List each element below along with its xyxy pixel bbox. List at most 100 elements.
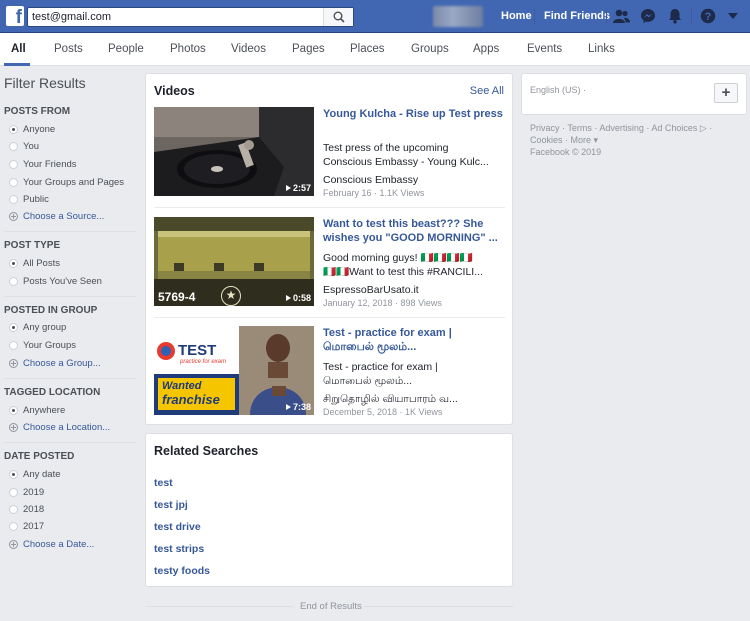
radio[interactable] — [9, 522, 18, 531]
messenger-icon[interactable] — [640, 8, 656, 24]
thumbnail-franchise-text: franchise — [162, 392, 220, 407]
search-tabs: All Posts People Photos Videos Pages Pla… — [0, 33, 750, 66]
active-tab-indicator — [4, 63, 30, 66]
friends-icon[interactable] — [613, 9, 630, 24]
radio[interactable] — [9, 195, 18, 204]
thumbnail-wanted-text: Wanted — [162, 380, 202, 392]
choose-date-link[interactable]: Choose a Date... — [9, 539, 94, 550]
help-icon[interactable]: ? — [700, 8, 716, 24]
related-search-link[interactable]: test strips — [154, 543, 204, 555]
video-description: 🇮🇹🇮🇹Want to test this #RANCILI... — [323, 266, 483, 278]
divider — [4, 378, 136, 379]
filter-option-any-date[interactable]: Any date — [9, 469, 61, 480]
radio[interactable] — [9, 488, 18, 497]
filter-option-you[interactable]: You — [9, 141, 39, 152]
nav-divider — [606, 9, 607, 24]
footer-links[interactable]: Privacy · Terms · Advertising · Ad Choic… — [530, 123, 712, 134]
facebook-logo-icon[interactable]: f — [6, 6, 24, 28]
radio[interactable] — [9, 277, 18, 286]
filter-option-your-friends[interactable]: Your Friends — [9, 159, 77, 170]
tab-people[interactable]: People — [108, 43, 144, 55]
thumbnail-plate-text: 5769-4 — [158, 290, 196, 304]
filter-option-public[interactable]: Public — [9, 194, 49, 205]
related-search-link[interactable]: testy foods — [154, 565, 210, 577]
filter-option-anyone[interactable]: Anyone — [9, 124, 55, 135]
end-of-results-text: End of Results — [300, 601, 362, 612]
language-card: English (US) · + — [521, 73, 747, 115]
filter-option-all-posts[interactable]: All Posts — [9, 258, 60, 269]
nav-divider — [691, 9, 692, 24]
video-result[interactable]: TEST practice for exam Wanted franchise … — [154, 326, 505, 418]
tab-videos[interactable]: Videos — [231, 43, 266, 55]
filter-option-any-group[interactable]: Any group — [9, 322, 66, 333]
video-channel-name[interactable]: Conscious Embassy — [323, 174, 418, 186]
radio-selected[interactable] — [9, 470, 18, 479]
video-thumbnail[interactable]: 5769-4 ★ 0:58 — [154, 217, 314, 306]
see-all-link[interactable]: See All — [470, 85, 504, 97]
tab-events[interactable]: Events — [527, 43, 562, 55]
choose-group-link[interactable]: Choose a Group... — [9, 358, 101, 369]
video-description: Test - practice for exam | — [323, 361, 438, 373]
videos-card: Videos See All 2:57 Young Kulcha - Rise … — [145, 73, 513, 425]
filter-option-your-groups[interactable]: Your Groups — [9, 340, 76, 351]
video-channel-name[interactable]: சிறுதொழில் வியாபாரம் வ... — [323, 393, 458, 406]
search-input[interactable] — [32, 9, 317, 25]
language-label[interactable]: English (US) · — [530, 85, 586, 95]
video-thumbnail[interactable]: TEST practice for exam Wanted franchise … — [154, 326, 314, 415]
video-meta: February 16 · 1.1K Views — [323, 188, 425, 198]
filter-option-2018[interactable]: 2018 — [9, 504, 44, 515]
video-title-link[interactable]: Want to test this beast??? She wishes yo… — [323, 217, 503, 245]
related-searches-title: Related Searches — [154, 444, 259, 458]
tab-posts[interactable]: Posts — [54, 43, 83, 55]
home-link[interactable]: Home — [501, 10, 532, 22]
video-title-link[interactable]: Young Kulcha - Rise up Test press — [323, 107, 503, 121]
footer-links[interactable]: Cookies · More ▾ — [530, 135, 598, 146]
related-search-link[interactable]: test drive — [154, 521, 201, 533]
filter-option-groups-pages[interactable]: Your Groups and Pages — [9, 177, 124, 188]
video-title-link[interactable]: Test - practice for exam | மொபைல் மூலம்.… — [323, 326, 503, 354]
search-button[interactable] — [323, 8, 353, 26]
related-search-link[interactable]: test jpj — [154, 499, 188, 511]
tab-links[interactable]: Links — [588, 43, 615, 55]
caret-down-icon[interactable] — [728, 13, 738, 19]
divider — [4, 296, 136, 297]
video-result[interactable]: 2:57 Young Kulcha - Rise up Test press T… — [154, 107, 505, 199]
filter-option-anywhere[interactable]: Anywhere — [9, 405, 65, 416]
radio[interactable] — [9, 160, 18, 169]
filter-option-2017[interactable]: 2017 — [9, 521, 44, 532]
notifications-icon[interactable] — [668, 8, 682, 24]
copyright-text: Facebook © 2019 — [530, 147, 602, 157]
video-thumbnail[interactable]: 2:57 — [154, 107, 314, 196]
tab-photos[interactable]: Photos — [170, 43, 206, 55]
radio-selected[interactable] — [9, 125, 18, 134]
radio[interactable] — [9, 142, 18, 151]
find-friends-link[interactable]: Find Friends — [544, 10, 610, 22]
radio[interactable] — [9, 341, 18, 350]
add-language-button[interactable]: + — [714, 83, 738, 103]
radio-selected[interactable] — [9, 323, 18, 332]
video-channel-name[interactable]: EspressoBarUsato.it — [323, 284, 419, 296]
filter-section-title: POSTS FROM — [4, 106, 71, 117]
tab-pages[interactable]: Pages — [292, 43, 325, 55]
filter-option-2019[interactable]: 2019 — [9, 487, 44, 498]
radio-selected[interactable] — [9, 259, 18, 268]
tab-places[interactable]: Places — [350, 43, 385, 55]
radio[interactable] — [9, 505, 18, 514]
video-duration: 2:57 — [286, 183, 311, 193]
radio-selected[interactable] — [9, 406, 18, 415]
choose-source-link[interactable]: Choose a Source... — [9, 211, 104, 222]
thumbnail-tag-text: practice for exam — [180, 359, 227, 365]
tab-all[interactable]: All — [11, 43, 26, 55]
divider — [364, 606, 513, 607]
choose-location-link[interactable]: Choose a Location... — [9, 422, 110, 433]
divider — [145, 606, 293, 607]
search-box — [27, 7, 354, 27]
tab-apps[interactable]: Apps — [473, 43, 499, 55]
radio[interactable] — [9, 178, 18, 187]
divider — [154, 317, 505, 318]
filter-option-posts-seen[interactable]: Posts You've Seen — [9, 276, 102, 287]
tab-groups[interactable]: Groups — [411, 43, 449, 55]
profile-avatar[interactable] — [433, 6, 483, 27]
video-result[interactable]: 5769-4 ★ 0:58 Want to test this beast???… — [154, 217, 505, 309]
related-search-link[interactable]: test — [154, 477, 173, 489]
